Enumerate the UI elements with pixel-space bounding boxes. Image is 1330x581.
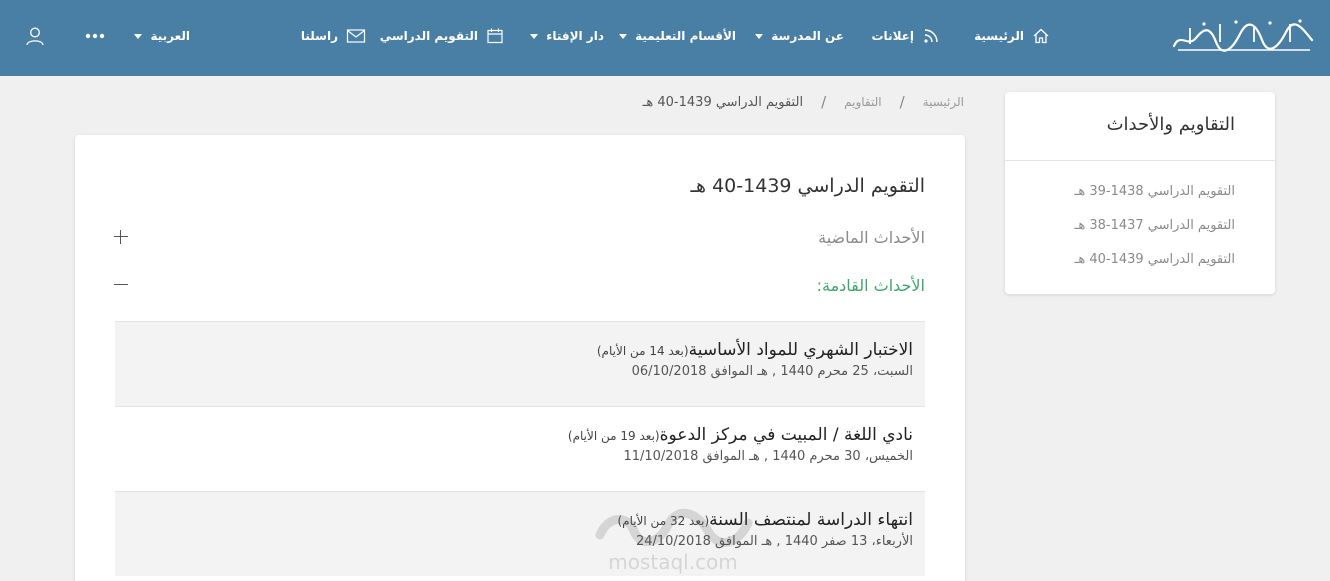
past-events-toggle[interactable]: الأحداث الماضية [114, 224, 925, 250]
more-button[interactable] [81, 22, 109, 50]
calendar-content-card: التقويم الدراسي 1439-40 هـ الأحداث الماض… [75, 135, 965, 581]
more-icon [85, 33, 105, 39]
event-date: الخميس، 30 محرم 1440 , هـ الموافق 11/10/… [623, 449, 913, 464]
event-item[interactable]: انتهاء الدراسة لمنتصف السنة(بعد 32 من ال… [115, 491, 925, 576]
event-item[interactable]: الاختبار الشهري للمواد الأساسية(بعد 14 م… [115, 321, 925, 406]
top-navigation-bar: الرئيسية إعلانات عن المدرسة الأقسام التع… [0, 0, 1330, 76]
upcoming-events-list: الاختبار الشهري للمواد الأساسية(بعد 14 م… [115, 321, 925, 576]
minus-icon [114, 278, 128, 292]
rss-icon [924, 29, 938, 43]
sidebar-list: التقويم الدراسي 1438-39 هـ التقويم الدرا… [1005, 161, 1275, 283]
event-relative-time: (بعد 14 من الأيام) [596, 344, 689, 358]
nav-home[interactable]: الرئيسية [974, 24, 1050, 48]
past-events-label: الأحداث الماضية [818, 227, 925, 247]
nav-ads-label: إعلانات [871, 29, 915, 43]
envelope-icon [346, 29, 366, 43]
event-title: نادي اللغة / المبيت في مركز الدعوة [659, 425, 913, 445]
breadcrumb-calendars[interactable]: التقاويم [844, 95, 881, 109]
nav-home-label: الرئيسية [974, 29, 1024, 43]
breadcrumb-home[interactable]: الرئيسية [923, 95, 964, 109]
breadcrumb-current: التقويم الدراسي 1439-40 هـ [642, 94, 804, 110]
nav-contact-label: راسلنا [300, 29, 338, 43]
nav-fatwa-label: دار الإفتاء [546, 29, 604, 43]
breadcrumb-separator: / [821, 93, 827, 111]
home-icon [1033, 28, 1049, 44]
nav-contact[interactable]: راسلنا [301, 24, 366, 48]
chevron-down-icon [619, 33, 628, 39]
chevron-down-icon [134, 33, 143, 39]
event-item[interactable]: نادي اللغة / المبيت في مركز الدعوة(بعد 1… [115, 406, 925, 491]
chevron-down-icon [755, 33, 764, 39]
event-title: انتهاء الدراسة لمنتصف السنة [709, 510, 913, 530]
nav-about[interactable]: عن المدرسة [755, 24, 844, 48]
breadcrumb-separator: / [899, 93, 905, 111]
page-title: التقويم الدراسي 1439-40 هـ [690, 175, 925, 197]
nav-fatwa[interactable]: دار الإفتاء [530, 24, 604, 48]
event-date: الأربعاء، 13 صفر 1440 , هـ الموافق 24/10… [635, 534, 913, 549]
calendars-sidebar: التقاويم والأحداث التقويم الدراسي 1438-3… [1005, 92, 1275, 294]
event-relative-time: (بعد 32 من الأيام) [617, 514, 710, 528]
event-relative-time: (بعد 19 من الأيام) [567, 429, 660, 443]
event-title-line: نادي اللغة / المبيت في مركز الدعوة(بعد 1… [115, 425, 913, 445]
nav-calendar-label: التقويم الدراسي [379, 29, 478, 43]
event-date: السبت، 25 محرم 1440 , هـ الموافق 06/10/2… [631, 364, 913, 379]
sidebar-item-calendar-1439[interactable]: التقويم الدراسي 1439-40 هـ [1005, 249, 1235, 283]
nav-departments-label: الأقسام التعليمية [635, 29, 736, 43]
school-logo[interactable] [1170, 14, 1316, 58]
breadcrumb: الرئيسية / التقاويم / التقويم الدراسي 14… [643, 92, 964, 112]
sidebar-item-calendar-1437[interactable]: التقويم الدراسي 1437-38 هـ [1005, 215, 1235, 249]
sidebar-item-calendar-1438[interactable]: التقويم الدراسي 1438-39 هـ [1005, 181, 1235, 215]
user-account-button[interactable] [21, 22, 49, 50]
nav-calendar[interactable]: التقويم الدراسي [380, 24, 504, 48]
user-icon [26, 27, 44, 46]
chevron-down-icon [530, 33, 539, 39]
event-title-line: الاختبار الشهري للمواد الأساسية(بعد 14 م… [115, 340, 913, 360]
event-title-line: انتهاء الدراسة لمنتصف السنة(بعد 32 من ال… [115, 510, 913, 530]
language-label: العربية [150, 29, 190, 43]
plus-icon [114, 230, 128, 244]
calendar-icon [487, 28, 503, 44]
nav-departments[interactable]: الأقسام التعليمية [619, 24, 736, 48]
event-title: الاختبار الشهري للمواد الأساسية [688, 340, 913, 360]
sidebar-title: التقاويم والأحداث [1005, 92, 1275, 161]
upcoming-events-label: الأحداث القادمة: [816, 275, 925, 295]
nav-ads[interactable]: إعلانات [872, 24, 941, 48]
language-selector[interactable]: العربية [134, 24, 190, 48]
upcoming-events-toggle[interactable]: الأحداث القادمة: [114, 272, 925, 298]
nav-about-label: عن المدرسة [771, 29, 844, 43]
